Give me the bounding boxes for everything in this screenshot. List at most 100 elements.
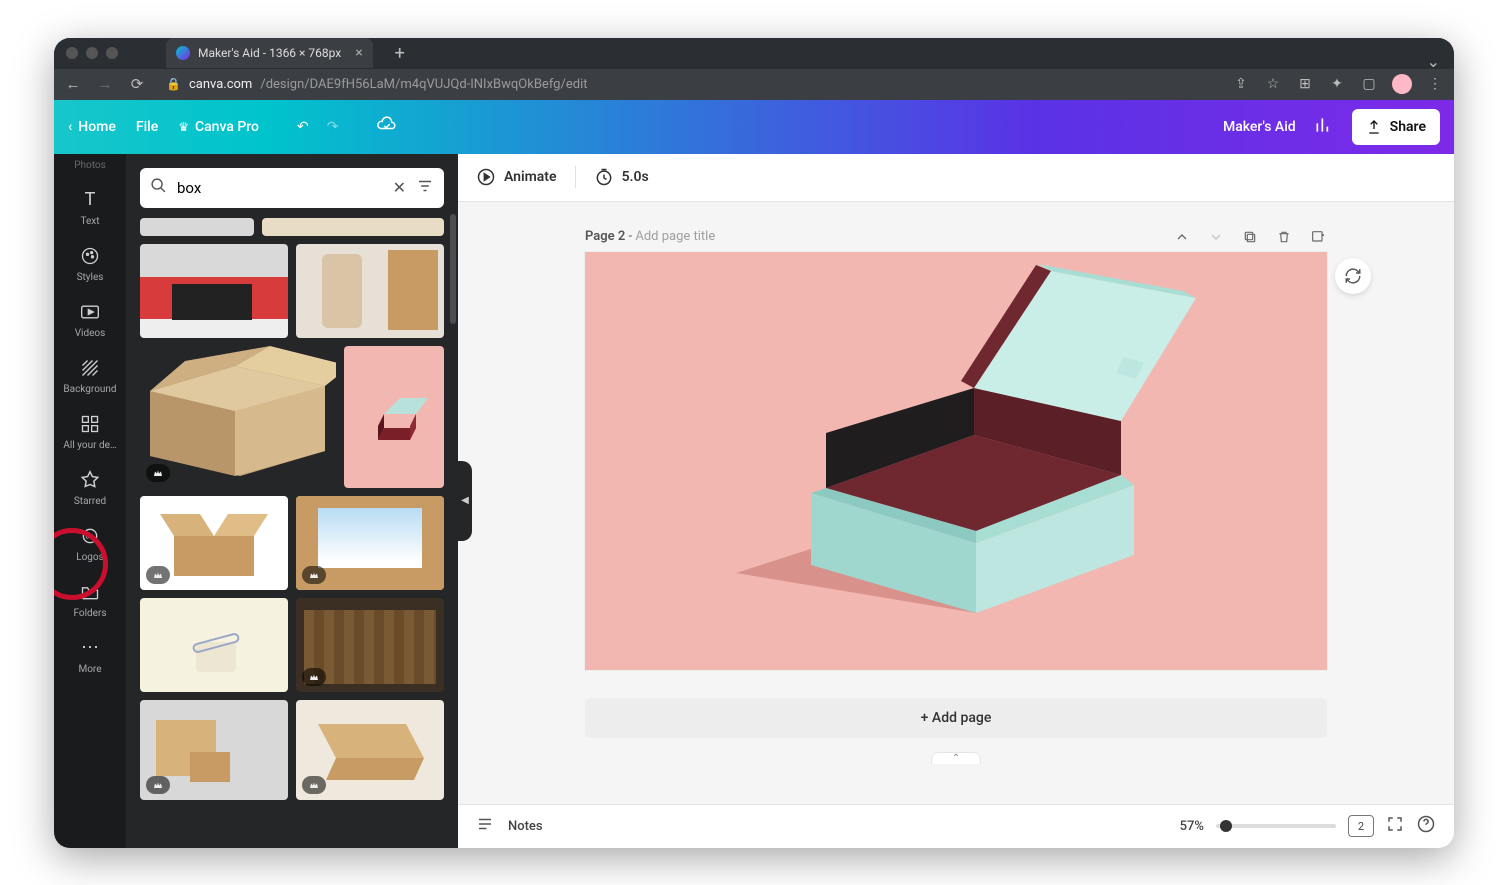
duplicate-page-icon[interactable]	[1241, 228, 1259, 246]
photo-thumb[interactable]	[344, 346, 444, 488]
browser-actions: ⇪ ☆ ⊞ ✦ ▢ ⋮	[1232, 74, 1444, 94]
reload-icon[interactable]: ⟳	[128, 75, 146, 93]
address-bar: ← → ⟳ 🔒 canva.com/design/DAE9fH56LaM/m4q…	[54, 69, 1454, 99]
extension-icon[interactable]: ⊞	[1296, 76, 1314, 92]
help-icon[interactable]	[1416, 814, 1436, 838]
doc-name[interactable]: Maker's Aid	[1223, 119, 1296, 135]
pro-badge-icon	[302, 566, 326, 584]
url-path: /design/DAE9fH56LaM/m4qVUJQd-INIxBwqOkBe…	[260, 77, 587, 92]
canvas-column: Animate 5.0s Page 2 - Add page title	[458, 154, 1454, 848]
photo-thumb[interactable]	[296, 700, 444, 800]
box-image[interactable]	[676, 253, 1236, 653]
url-host: canva.com	[189, 77, 252, 92]
rail-styles[interactable]: Styles	[54, 235, 126, 291]
file-menu[interactable]: File	[136, 119, 158, 135]
page-count-button[interactable]: 2	[1348, 815, 1374, 837]
page-title-input[interactable]: Add page title	[635, 229, 715, 244]
traffic-close-icon[interactable]	[66, 47, 78, 59]
regenerate-icon[interactable]	[1335, 258, 1371, 294]
puzzle-icon[interactable]: ✦	[1328, 76, 1346, 92]
share-label: Share	[1390, 119, 1426, 135]
tab-title: Maker's Aid - 1366 × 768px	[198, 46, 341, 60]
photo-thumb[interactable]	[296, 496, 444, 590]
zoom-slider[interactable]	[1216, 824, 1336, 828]
rail-more[interactable]: ⋯More	[54, 627, 126, 683]
notes-button[interactable]: Notes	[508, 819, 543, 834]
rail-folders[interactable]: Folders	[54, 571, 126, 627]
titlebar: Maker's Aid - 1366 × 768px × + ⌄	[54, 38, 1454, 70]
home-label: Home	[78, 119, 116, 135]
panel-scrollbar[interactable]	[450, 214, 456, 324]
photo-thumb[interactable]	[140, 700, 288, 800]
move-down-icon[interactable]	[1207, 228, 1225, 246]
rail-starred[interactable]: Starred	[54, 459, 126, 515]
new-tab-button[interactable]: +	[389, 43, 411, 64]
search-input[interactable]	[177, 179, 383, 197]
duration-label: 5.0s	[622, 169, 649, 185]
photo-thumb[interactable]	[262, 218, 444, 236]
duration-button[interactable]: 5.0s	[594, 167, 649, 187]
separator	[575, 166, 576, 188]
sync-status-icon[interactable]	[376, 114, 398, 140]
rail-text[interactable]: TText	[54, 179, 126, 235]
fullscreen-icon[interactable]	[1386, 815, 1404, 837]
rail-videos[interactable]: Videos	[54, 291, 126, 347]
share-page-icon[interactable]: ⇪	[1232, 76, 1250, 92]
canvas-area[interactable]: Page 2 - Add page title	[458, 202, 1454, 804]
traffic-max-icon[interactable]	[106, 47, 118, 59]
undo-icon[interactable]: ↶	[297, 119, 309, 135]
rail-label: Folders	[73, 608, 106, 619]
photo-thumb[interactable]	[296, 598, 444, 692]
rail-label: Logos	[76, 552, 104, 563]
filter-icon[interactable]	[416, 177, 434, 199]
back-icon[interactable]: ←	[64, 75, 82, 93]
redo-icon: ↷	[327, 119, 339, 135]
home-button[interactable]: ‹Home	[68, 119, 116, 135]
grid-icon	[79, 413, 101, 435]
zoom-knob[interactable]	[1220, 820, 1232, 832]
panel-icon[interactable]: ▢	[1360, 76, 1378, 92]
photo-thumb[interactable]	[140, 346, 336, 488]
zoom-value[interactable]: 57%	[1180, 819, 1204, 834]
kebab-icon[interactable]: ⋮	[1426, 76, 1444, 92]
rail-all-designs[interactable]: All your de…	[54, 403, 126, 459]
traffic-min-icon[interactable]	[86, 47, 98, 59]
bookmark-icon[interactable]: ☆	[1264, 76, 1282, 92]
notes-icon[interactable]	[476, 815, 494, 837]
favicon-icon	[176, 46, 190, 60]
palette-icon	[79, 245, 101, 267]
share-button[interactable]: Share	[1352, 109, 1440, 145]
pro-badge-icon	[146, 566, 170, 584]
clear-search-icon[interactable]: ✕	[393, 178, 406, 197]
photo-thumb[interactable]	[140, 218, 254, 236]
tab-close-icon[interactable]: ×	[355, 45, 362, 61]
photo-thumb[interactable]	[140, 496, 288, 590]
browser-tab[interactable]: Maker's Aid - 1366 × 768px ×	[166, 38, 373, 68]
rail-logos[interactable]: co. Logos	[54, 515, 126, 571]
page-sep: -	[625, 229, 635, 244]
insights-icon[interactable]	[1314, 115, 1334, 139]
pro-badge-icon	[146, 776, 170, 794]
rail-label: Background	[63, 384, 116, 395]
photo-thumb[interactable]	[140, 598, 288, 692]
canva-pro-button[interactable]: ♛Canva Pro	[178, 119, 259, 135]
delete-page-icon[interactable]	[1275, 228, 1293, 246]
add-page-button[interactable]: + Add page	[585, 698, 1327, 738]
move-up-icon[interactable]	[1173, 228, 1191, 246]
canvas-page[interactable]	[585, 252, 1327, 670]
rail-photos[interactable]: Photos	[54, 158, 126, 179]
background-icon	[79, 357, 101, 379]
animate-button[interactable]: Animate	[476, 167, 557, 187]
results-grid	[126, 218, 458, 848]
photo-thumb[interactable]	[296, 244, 444, 338]
rail-label: Text	[80, 216, 99, 227]
photo-thumb[interactable]	[140, 244, 288, 338]
tabs-menu-icon[interactable]: ⌄	[1427, 52, 1440, 71]
logo-icon: co.	[79, 525, 101, 547]
expand-thumbnails-icon[interactable]: ⌃	[931, 752, 981, 764]
rail-background[interactable]: Background	[54, 347, 126, 403]
add-page-icon[interactable]	[1309, 228, 1327, 246]
profile-avatar[interactable]	[1392, 74, 1412, 94]
page-number: Page 2	[585, 229, 625, 244]
url-field[interactable]: 🔒 canva.com/design/DAE9fH56LaM/m4qVUJQd-…	[160, 70, 1218, 98]
